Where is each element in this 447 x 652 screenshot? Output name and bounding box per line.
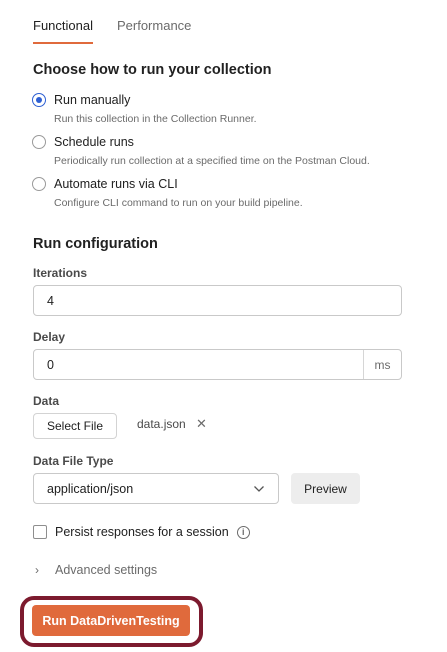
schedule-runs-option[interactable]: Schedule runs Periodically run collectio… — [32, 134, 370, 168]
preview-button[interactable]: Preview — [291, 473, 360, 504]
persist-responses-row: Persist responses for a session i — [33, 525, 250, 539]
run-collection-button[interactable]: Run DataDrivenTesting — [32, 605, 190, 636]
advanced-settings-toggle[interactable]: › Advanced settings — [33, 563, 157, 577]
data-file-type-value: application/json — [47, 481, 134, 496]
schedule-runs-description: Periodically run collection at a specifi… — [54, 155, 370, 167]
run-manually-option[interactable]: Run manually Run this collection in the … — [32, 92, 257, 126]
remove-file-icon[interactable]: ✕ — [196, 417, 207, 431]
tab-performance[interactable]: Performance — [117, 18, 191, 44]
select-file-button[interactable]: Select File — [33, 413, 117, 439]
delay-unit: ms — [363, 350, 401, 379]
automate-cli-option[interactable]: Automate runs via CLI Configure CLI comm… — [32, 176, 303, 210]
run-manually-label: Run manually — [54, 93, 131, 107]
iterations-input[interactable]: 4 — [33, 285, 402, 316]
schedule-runs-label: Schedule runs — [54, 135, 134, 149]
data-file-name: data.json — [137, 417, 186, 431]
run-manually-radio[interactable] — [32, 93, 46, 107]
automate-cli-label: Automate runs via CLI — [54, 177, 178, 191]
automate-cli-description: Configure CLI command to run on your bui… — [54, 197, 303, 209]
tab-functional[interactable]: Functional — [33, 18, 93, 44]
info-icon[interactable]: i — [236, 525, 250, 539]
data-file-type-select[interactable]: application/json — [33, 473, 279, 504]
data-label: Data — [33, 394, 60, 408]
schedule-runs-radio[interactable] — [32, 135, 46, 149]
run-config-title: Run configuration — [33, 236, 158, 252]
data-file-type-label: Data File Type — [33, 454, 114, 468]
persist-responses-checkbox[interactable] — [33, 525, 47, 539]
automate-cli-radio[interactable] — [32, 177, 46, 191]
iterations-label: Iterations — [33, 266, 88, 280]
runner-tabs: Functional Performance — [33, 18, 191, 44]
iterations-value: 4 — [47, 293, 54, 308]
chevron-down-icon — [254, 485, 264, 492]
delay-input[interactable]: 0 ms — [33, 349, 402, 380]
run-mode-title: Choose how to run your collection — [33, 62, 272, 78]
advanced-settings-label: Advanced settings — [55, 563, 158, 577]
persist-responses-label: Persist responses for a session — [55, 525, 229, 539]
delay-value: 0 — [47, 357, 54, 372]
delay-label: Delay — [33, 330, 66, 344]
run-manually-description: Run this collection in the Collection Ru… — [54, 113, 257, 125]
chevron-right-icon: › — [35, 563, 39, 577]
